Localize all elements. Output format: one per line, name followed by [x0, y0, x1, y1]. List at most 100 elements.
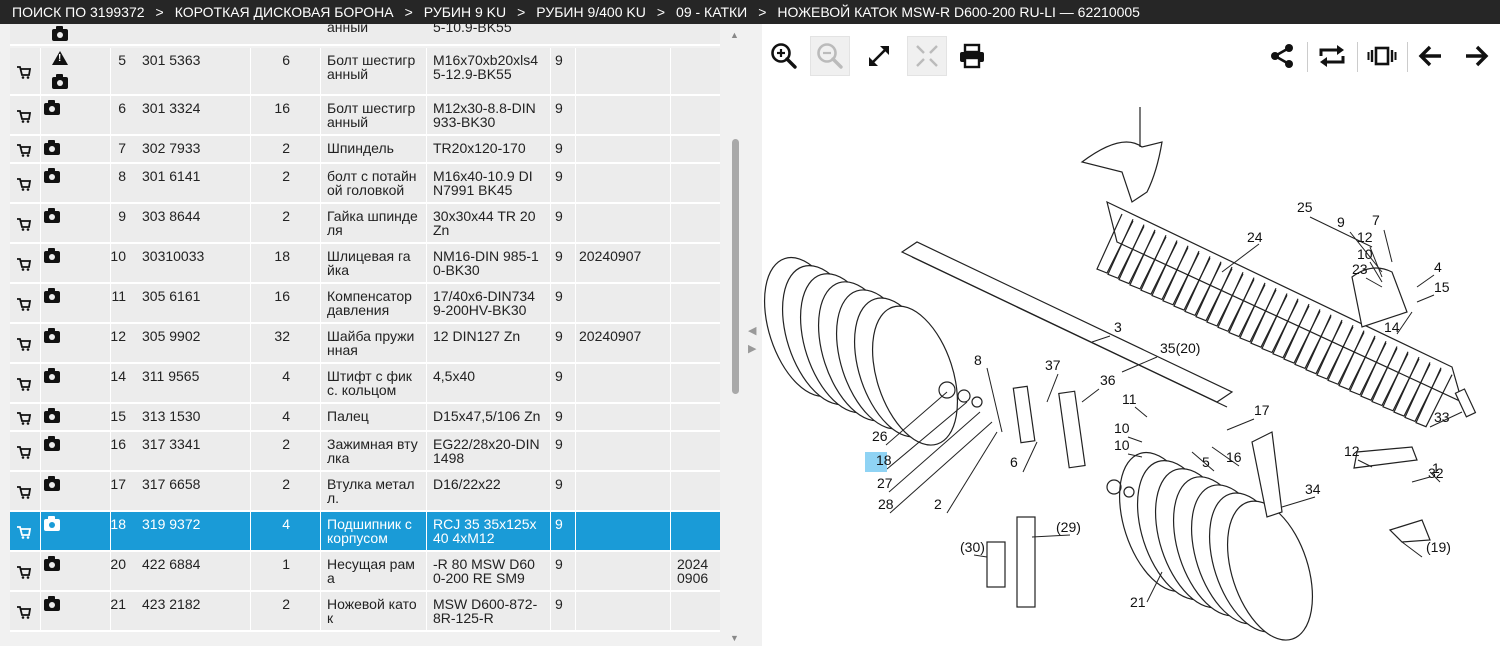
rotate-button[interactable]: [1312, 36, 1352, 76]
add-to-cart-icon[interactable]: [17, 218, 32, 234]
camera-icon[interactable]: [44, 408, 60, 423]
table-row[interactable]: 14 311 9565 4 Штифт с фик с. кольцом 4,5x40 9: [10, 364, 720, 404]
table-row[interactable]: 15 313 1530 4 Палец D15x47,5/106 Zn 9: [10, 404, 720, 432]
scroll-thumb[interactable]: [732, 139, 739, 394]
add-to-cart-icon[interactable]: [17, 338, 32, 354]
table-row[interactable]: 10 30310033 18 Шлицевая га йка NM16-DIN 985-1…: [10, 244, 720, 284]
callout-label[interactable]: 26: [872, 428, 888, 444]
breadcrumb-item[interactable]: ПОИСК ПО 3199372: [12, 0, 145, 24]
add-to-cart-icon[interactable]: [17, 258, 32, 274]
previous-button[interactable]: [1410, 36, 1450, 76]
zoom-in-button[interactable]: [764, 36, 804, 76]
cell-part-number[interactable]: 319 9372: [142, 517, 262, 531]
callout-label[interactable]: 10: [1357, 246, 1373, 262]
callout-label[interactable]: (19): [1426, 539, 1451, 555]
camera-icon[interactable]: [52, 74, 68, 89]
callout-label[interactable]: 17: [1254, 402, 1270, 418]
camera-icon[interactable]: [44, 100, 60, 115]
breadcrumb-item[interactable]: РУБИН 9/400 KU: [536, 0, 646, 24]
add-to-cart-icon[interactable]: [17, 446, 32, 462]
print-button[interactable]: [952, 36, 992, 76]
camera-icon[interactable]: [44, 368, 60, 383]
cell-part-number[interactable]: 303 8644: [142, 209, 262, 223]
cell-part-number[interactable]: 313 1530: [142, 409, 262, 423]
table-row[interactable]: ! 5 301 5363 6 Болт шестигр анный M16x70xb20xl…: [10, 48, 720, 96]
callout-label[interactable]: 2: [934, 496, 942, 512]
callout-label[interactable]: 12: [1357, 229, 1373, 245]
add-to-cart-icon[interactable]: [17, 486, 32, 502]
camera-icon[interactable]: [52, 26, 68, 41]
callout-label[interactable]: 7: [1372, 212, 1380, 228]
camera-icon[interactable]: [44, 476, 60, 491]
callout-label[interactable]: 10: [1114, 437, 1130, 453]
cell-part-number[interactable]: 305 9902: [142, 329, 262, 343]
camera-icon[interactable]: [44, 596, 60, 611]
camera-icon[interactable]: [44, 328, 60, 343]
callout-label[interactable]: (29): [1056, 519, 1081, 535]
cell-part-number[interactable]: 305 6161: [142, 289, 262, 303]
share-button[interactable]: [1262, 36, 1302, 76]
cell-part-number[interactable]: 301 6141: [142, 169, 262, 183]
callout-label[interactable]: (30): [960, 539, 985, 555]
camera-icon[interactable]: [44, 556, 60, 571]
add-to-cart-icon[interactable]: [17, 566, 32, 582]
callout-label[interactable]: 3: [1114, 319, 1122, 335]
fit-button[interactable]: [907, 36, 947, 76]
table-row[interactable]: 18 319 9372 4 Подшипник с корпусом RCJ 35 35x…: [10, 512, 720, 552]
next-button[interactable]: [1457, 36, 1497, 76]
callout-label[interactable]: 35(20): [1160, 340, 1200, 356]
breadcrumb-item[interactable]: 09 - КАТКИ: [676, 0, 747, 24]
callout-label[interactable]: 1: [1432, 460, 1440, 476]
zoom-out-button[interactable]: [810, 36, 850, 76]
callout-label[interactable]: 18: [876, 452, 892, 468]
callout-label[interactable]: 27: [877, 475, 893, 491]
cell-part-number[interactable]: 423 2182: [142, 597, 262, 611]
cell-part-number[interactable]: 301 3324: [142, 101, 262, 115]
callout-label[interactable]: 14: [1384, 319, 1400, 335]
table-row[interactable]: 7 302 7933 2 Шпиндель TR20x120-170 9: [10, 136, 720, 164]
scroll-up-icon[interactable]: ▲: [730, 30, 739, 40]
cell-part-number[interactable]: 422 6884: [142, 557, 262, 571]
cell-part-number[interactable]: 302 7933: [142, 141, 262, 155]
table-row[interactable]: 8 301 6141 2 болт с потайн ой головкой M16x40…: [10, 164, 720, 204]
breadcrumb-item[interactable]: КОРОТКАЯ ДИСКОВАЯ БОРОНА: [175, 0, 394, 24]
camera-icon[interactable]: [44, 208, 60, 223]
callout-label[interactable]: 6: [1010, 454, 1018, 470]
camera-icon[interactable]: [44, 168, 60, 183]
table-row[interactable]: 11 305 6161 16 Компенсатор давления 17/40x6-D…: [10, 284, 720, 324]
callout-label[interactable]: 23: [1352, 261, 1368, 277]
table-row[interactable]: 20 422 6884 1 Несущая рам а -R 80 MSW D60 0-20…: [10, 552, 720, 592]
fullscreen-button[interactable]: [859, 36, 899, 76]
camera-icon[interactable]: [44, 248, 60, 263]
add-to-cart-icon[interactable]: [17, 298, 32, 314]
table-row[interactable]: 17 317 6658 2 Втулка метал л. D16/22x22 9: [10, 472, 720, 512]
add-to-cart-icon[interactable]: [17, 178, 32, 194]
table-row[interactable]: 16 317 3341 2 Зажимная вту лка EG22/28x20-DIN…: [10, 432, 720, 472]
table-row[interactable]: 9 303 8644 2 Гайка шпинде ля 30x30x44 TR 20 Zn…: [10, 204, 720, 244]
callout-label[interactable]: 15: [1434, 279, 1450, 295]
callout-label[interactable]: 4: [1434, 259, 1442, 275]
parts-diagram[interactable]: 259 7121023 4151424335(20)8 3736111017 33261…: [762, 102, 1500, 646]
cell-part-number[interactable]: 317 6658: [142, 477, 262, 491]
breadcrumb-item[interactable]: РУБИН 9 KU: [424, 0, 506, 24]
cell-part-number[interactable]: 311 9565: [142, 369, 262, 383]
camera-icon[interactable]: [44, 436, 60, 451]
callout-label[interactable]: 8: [974, 352, 982, 368]
callout-label[interactable]: 33: [1434, 409, 1450, 425]
cell-part-number[interactable]: 30310033: [142, 249, 262, 263]
add-to-cart-icon[interactable]: [17, 110, 32, 126]
add-to-cart-icon[interactable]: [17, 378, 32, 394]
add-to-cart-icon[interactable]: [17, 66, 32, 82]
cell-part-number[interactable]: 301 5363: [142, 53, 262, 67]
camera-icon[interactable]: [44, 140, 60, 155]
callout-label[interactable]: 25: [1297, 199, 1313, 215]
callout-label[interactable]: 36: [1100, 372, 1116, 388]
cell-part-number[interactable]: 317 3341: [142, 437, 262, 451]
callout-label[interactable]: 37: [1045, 357, 1061, 373]
table-row[interactable]: 21 423 2182 2 Ножевой като к MSW D600-872- 8R-…: [10, 592, 720, 632]
camera-icon[interactable]: [44, 516, 60, 531]
camera-icon[interactable]: [44, 288, 60, 303]
callout-label[interactable]: 28: [878, 496, 894, 512]
callout-label[interactable]: 5: [1202, 454, 1210, 470]
callout-label[interactable]: 24: [1247, 229, 1263, 245]
